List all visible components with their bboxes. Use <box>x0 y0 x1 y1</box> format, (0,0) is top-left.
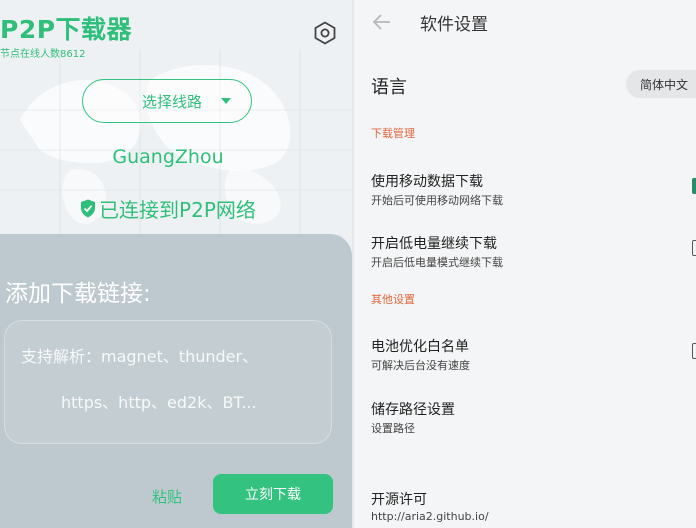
caret-down-icon <box>221 98 231 104</box>
setting-open-source-url[interactable]: http://aria2.github.io/ <box>371 510 489 523</box>
setting-mobile-data-subtitle: 开始后可使用移动网络下载 <box>371 194 503 207</box>
route-select-label: 选择线路 <box>141 92 202 111</box>
link-placeholder-line1: 支持解析：magnet、thunder、 <box>21 347 259 366</box>
downloader-home-panel: P2P下载器 节点在线人数8612 选择线路 GuangZhou 已连接到P2P… <box>0 0 352 528</box>
setting-open-source-title[interactable]: 开源许可 <box>371 489 427 509</box>
section-header-download: 下载管理 <box>371 127 415 140</box>
download-link-input[interactable]: 支持解析：magnet、thunder、 https、http、ed2k、BT.… <box>4 320 332 444</box>
add-link-title: 添加下载链接: <box>5 281 151 307</box>
route-select-dropdown[interactable]: 选择线路 <box>82 79 252 123</box>
section-header-other: 其他设置 <box>371 293 415 306</box>
setting-low-battery-subtitle: 开启后低电量模式继续下载 <box>371 256 503 269</box>
back-arrow-icon[interactable] <box>370 10 394 34</box>
setting-low-battery-title[interactable]: 开启低电量继续下载 <box>371 233 497 253</box>
settings-page-title: 软件设置 <box>420 15 488 35</box>
add-link-card: 添加下载链接: 支持解析：magnet、thunder、 https、http、… <box>0 234 352 528</box>
setting-storage-path-title[interactable]: 储存路径设置 <box>371 399 455 419</box>
paste-button[interactable]: 粘贴 <box>152 486 182 507</box>
connection-status-text: 已连接到P2P网络 <box>99 198 256 222</box>
setting-battery-whitelist-subtitle: 可解决后台没有速度 <box>371 359 470 372</box>
link-placeholder-line2: https、http、ed2k、BT... <box>61 393 257 412</box>
shield-check-icon <box>81 199 96 218</box>
setting-mobile-data-title[interactable]: 使用移动数据下载 <box>371 171 483 191</box>
connection-status: 已连接到P2P网络 <box>0 194 336 223</box>
online-nodes-count: 节点在线人数8612 <box>0 49 86 60</box>
setting-battery-whitelist-title[interactable]: 电池优化白名单 <box>371 336 469 356</box>
language-select-button[interactable]: 简体中文 <box>626 70 696 98</box>
mobile-data-checkbox[interactable] <box>692 178 696 194</box>
settings-hexagon-icon[interactable] <box>313 21 337 45</box>
setting-storage-path-subtitle: 设置路径 <box>371 422 415 435</box>
download-now-button[interactable]: 立刻下载 <box>213 474 333 514</box>
battery-whitelist-checkbox[interactable] <box>692 343 696 359</box>
app-title: P2P下载器 <box>0 15 133 44</box>
language-label: 语言 <box>371 77 407 98</box>
server-city: GuangZhou <box>112 146 224 168</box>
settings-panel: 软件设置 语言 简体中文 下载管理 使用移动数据下载 开始后可使用移动网络下载 … <box>354 0 696 528</box>
low-battery-checkbox[interactable] <box>692 240 696 256</box>
